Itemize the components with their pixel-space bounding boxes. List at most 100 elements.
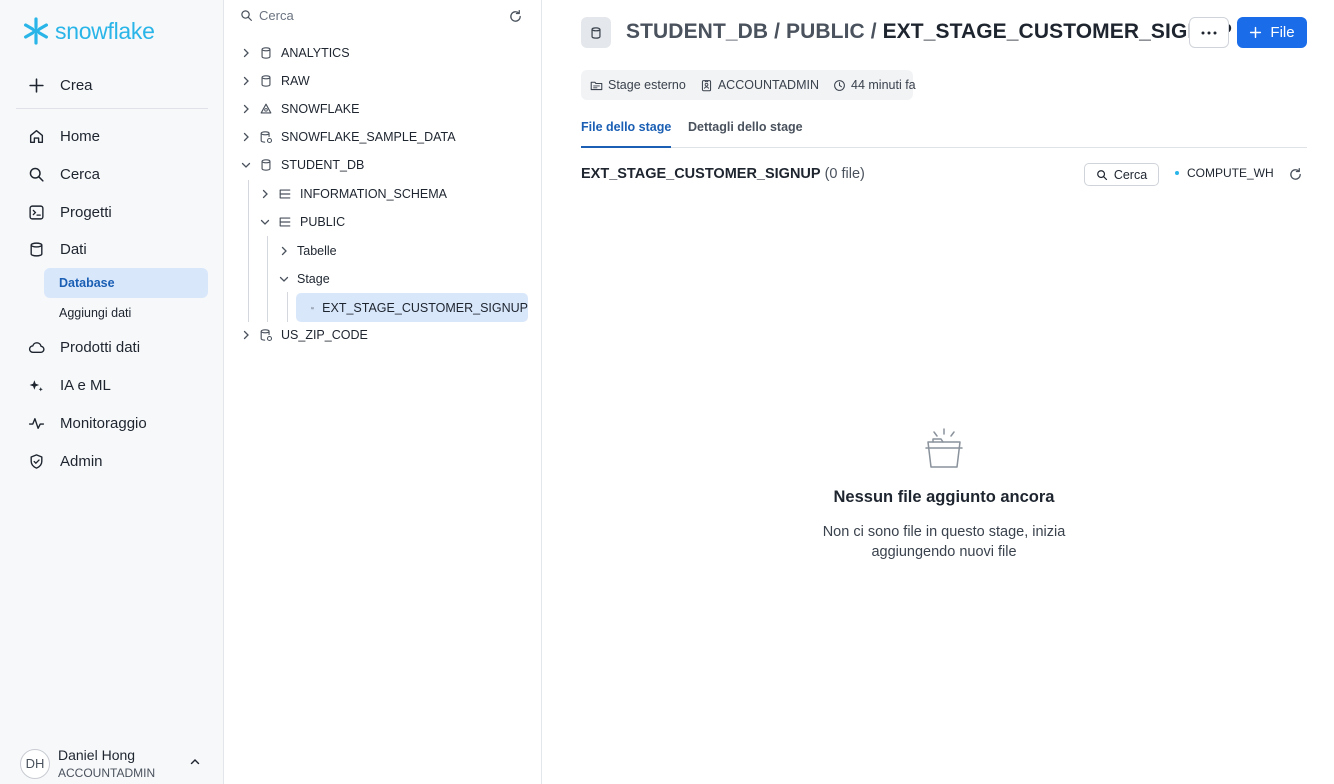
meta-owner-label: ACCOUNTADMIN — [717, 78, 819, 92]
meta-owner: ACCOUNTADMIN — [700, 78, 819, 92]
chevron-right-icon[interactable] — [259, 188, 271, 200]
meta-stage-type-label: Stage esterno — [608, 78, 686, 92]
tree-search-input[interactable]: Cerca — [240, 8, 294, 23]
database-icon — [261, 75, 271, 87]
tree-item-snowflake-sample-data[interactable]: SNOWFLAKE_SAMPLE_DATA — [240, 124, 456, 150]
tab-stage-details[interactable]: Dettagli dello stage — [688, 120, 803, 148]
home-icon — [29, 129, 44, 143]
nav-label-data: Dati — [60, 240, 87, 258]
nav-item-search[interactable]: Cerca — [28, 162, 100, 186]
tree-label: RAW — [281, 74, 310, 88]
snowflake-logo-icon — [23, 17, 48, 45]
user-menu[interactable]: DH Daniel Hong ACCOUNTADMIN — [20, 747, 210, 780]
create-button[interactable]: Crea — [28, 73, 93, 97]
tree-item-analytics[interactable]: ANALYTICS — [240, 40, 350, 66]
object-explorer: Cerca ANALYTICS RAW SNOWFLAKE SNOWFLAKE_… — [225, 0, 542, 784]
sub-item-add-data-label: Aggiungi dati — [59, 306, 132, 320]
tree-item-snowflake[interactable]: SNOWFLAKE — [240, 96, 360, 122]
sub-item-database[interactable]: Database — [44, 268, 208, 298]
snowflake-logo[interactable]: snowflake — [21, 16, 155, 46]
breadcrumb-separator: / — [864, 20, 883, 43]
chevron-right-icon[interactable] — [240, 131, 252, 143]
chevron-right-icon[interactable] — [240, 329, 252, 341]
search-icon — [241, 10, 252, 21]
tree-item-public[interactable]: PUBLIC — [259, 209, 345, 235]
chevron-right-icon[interactable] — [240, 103, 252, 115]
database-icon — [261, 47, 271, 59]
tree-item-stages[interactable]: Stage — [278, 266, 330, 292]
tree-item-information-schema[interactable]: INFORMATION_SCHEMA — [259, 181, 447, 207]
shield-icon — [30, 453, 43, 469]
search-icon — [29, 167, 44, 182]
tree-label: ANALYTICS — [281, 46, 350, 60]
meta-modified-label: 44 minuti fa — [851, 78, 916, 92]
tab-stage-files[interactable]: File dello stage — [581, 120, 672, 148]
warehouse-name: COMPUTE_WH — [1187, 166, 1274, 180]
nav-item-admin[interactable]: Admin — [28, 449, 103, 473]
nav-item-projects[interactable]: Progetti — [28, 200, 112, 224]
nav-label-monitoring: Monitoraggio — [60, 414, 147, 432]
tree-label: PUBLIC — [300, 215, 346, 229]
chevron-down-icon[interactable] — [278, 273, 290, 285]
sub-item-add-data[interactable]: Aggiungi dati — [44, 298, 208, 328]
shared-database-icon — [260, 131, 273, 144]
tree-search-placeholder: Cerca — [259, 8, 294, 23]
refresh-icon[interactable] — [1288, 167, 1303, 182]
search-files-label: Cerca — [1113, 167, 1148, 182]
nav-label-ai-ml: IA e ML — [60, 376, 111, 394]
chevron-down-icon[interactable] — [240, 159, 252, 171]
main-content: STUDENT_DB / PUBLIC / EXT_STAGE_CUSTOMER… — [543, 0, 1334, 784]
nav-label-data-products: Prodotti dati — [60, 338, 141, 356]
tree-label: Stage — [297, 272, 330, 286]
empty-state-title: Nessun file aggiunto ancora — [833, 488, 1055, 506]
snowflake-db-icon — [260, 103, 272, 114]
tree-label: Tabelle — [297, 244, 337, 258]
plus-icon — [29, 77, 44, 93]
chevron-right-icon[interactable] — [240, 75, 252, 87]
add-file-button[interactable]: File — [1237, 17, 1307, 48]
tree-item-us-zip-code[interactable]: US_ZIP_CODE — [240, 322, 368, 348]
nav-item-home[interactable]: Home — [28, 124, 100, 148]
nav-item-monitoring[interactable]: Monitoraggio — [28, 411, 147, 435]
warehouse-status-dot — [1175, 171, 1179, 175]
stage-icon — [590, 81, 603, 90]
sparkle-icon — [29, 379, 43, 391]
user-info: Daniel Hong ACCOUNTADMIN — [58, 747, 155, 780]
empty-state-description: Non ci sono file in questo stage, inizia… — [822, 524, 1066, 560]
tree-label: STUDENT_DB — [281, 158, 365, 172]
refresh-icon[interactable] — [508, 9, 523, 24]
left-nav: snowflake Crea Home Cerca Progetti Dati … — [0, 0, 224, 784]
warehouse-selector[interactable]: COMPUTE_WH — [1175, 166, 1274, 180]
add-file-label: File — [1270, 24, 1295, 41]
breadcrumb-schema[interactable]: PUBLIC — [786, 20, 865, 43]
tree-item-student-db[interactable]: STUDENT_DB — [240, 152, 364, 178]
nav-item-data[interactable]: Dati — [28, 237, 87, 261]
database-icon — [261, 159, 271, 171]
nav-item-data-products[interactable]: Prodotti dati — [28, 335, 140, 359]
chevron-up-icon[interactable] — [188, 755, 202, 769]
more-horizontal-icon — [1201, 31, 1217, 34]
breadcrumb-database[interactable]: STUDENT_DB — [626, 20, 768, 43]
chevron-right-icon[interactable] — [240, 47, 252, 59]
search-files-button[interactable]: Cerca — [1084, 163, 1159, 186]
tree-guide-line — [248, 180, 249, 322]
search-icon — [1096, 169, 1107, 180]
owner-badge-icon — [701, 79, 711, 91]
nav-divider — [16, 108, 208, 109]
clock-icon — [834, 79, 845, 91]
tree-guide-line — [287, 292, 288, 322]
more-actions-button[interactable] — [1189, 17, 1229, 48]
tree-item-raw[interactable]: RAW — [240, 68, 310, 94]
chevron-down-icon[interactable] — [259, 216, 271, 228]
shared-database-icon — [260, 329, 273, 342]
nav-item-ai-ml[interactable]: IA e ML — [28, 373, 111, 397]
tree-item-tables[interactable]: Tabelle — [278, 238, 337, 264]
stage-files-title: EXT_STAGE_CUSTOMER_SIGNUP (0 file) — [581, 166, 865, 182]
object-meta-bar: Stage esterno ACCOUNTADMIN 44 minuti fa — [581, 70, 916, 100]
cloud-icon — [28, 341, 45, 353]
avatar: DH — [20, 748, 50, 779]
plus-icon — [1250, 26, 1262, 39]
tree-item-ext-stage-customer-signup[interactable]: EXT_STAGE_CUSTOMER_SIGNUP — [296, 293, 528, 322]
object-type-badge — [581, 17, 611, 48]
chevron-right-icon[interactable] — [278, 245, 290, 257]
